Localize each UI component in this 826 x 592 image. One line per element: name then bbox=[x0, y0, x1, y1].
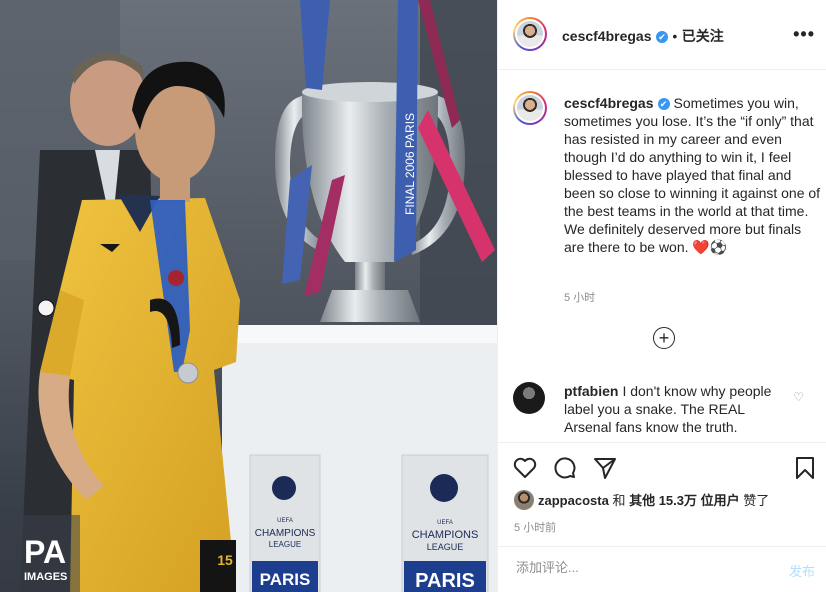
podium-label-right-top: CHAMPIONS bbox=[412, 529, 479, 541]
post-comment-button[interactable]: 发布 bbox=[789, 561, 815, 580]
podium-city-left: PARIS bbox=[260, 570, 311, 589]
caption-text: Sometimes you win, sometimes you lose. I… bbox=[564, 95, 821, 255]
trophy-podium: UEFA CHAMPIONS LEAGUE PARIS UEFA CHAMPIO… bbox=[222, 325, 497, 592]
podium-city-right: PARIS bbox=[415, 570, 475, 592]
caption-verified-icon: ✔ bbox=[657, 98, 670, 110]
post-actions: zappacosta 和 其他 15.3万 位用户 赞了 5 小时前 bbox=[498, 442, 826, 546]
podium-uefa-right: UEFA bbox=[437, 520, 453, 526]
caption-avatar-image bbox=[517, 95, 543, 121]
instagram-post-modal: FINAL 2006 PARIS UEFA CHAMPIONS LEAGUE P… bbox=[0, 0, 826, 592]
liked-by-count[interactable]: 其他 15.3万 位用户 bbox=[629, 493, 740, 508]
post-timestamp[interactable]: 5 小时前 bbox=[514, 519, 556, 535]
commenter-avatar[interactable] bbox=[513, 382, 545, 414]
trophy-ribbon-text: FINAL 2006 PARIS bbox=[403, 113, 417, 215]
watermark-images: IMAGES bbox=[24, 571, 67, 583]
share-icon[interactable] bbox=[592, 455, 618, 481]
author-avatar[interactable] bbox=[513, 17, 547, 51]
liked-by: zappacosta 和 其他 15.3万 位用户 赞了 bbox=[514, 490, 769, 510]
post-photo[interactable]: FINAL 2006 PARIS UEFA CHAMPIONS LEAGUE P… bbox=[0, 0, 497, 592]
verified-badge-icon: ✔ bbox=[655, 31, 668, 43]
header-meta: cescf4bregas ✔ • 已关注 bbox=[562, 26, 724, 46]
photo-illustration: FINAL 2006 PARIS UEFA CHAMPIONS LEAGUE P… bbox=[0, 0, 497, 592]
author-avatar-image bbox=[517, 21, 543, 47]
liker-username[interactable]: zappacosta bbox=[538, 493, 609, 508]
liked-by-suffix: 赞了 bbox=[743, 493, 770, 508]
header-separator: • bbox=[672, 28, 678, 44]
post-header: cescf4bregas ✔ • 已关注 ••• bbox=[498, 0, 826, 70]
comment-like-icon[interactable]: ♡ bbox=[793, 390, 804, 404]
caption-username[interactable]: cescf4bregas bbox=[564, 95, 654, 111]
watermark-pa: PA bbox=[24, 534, 66, 570]
more-options-icon[interactable]: ••• bbox=[793, 24, 815, 45]
add-comment-input[interactable] bbox=[514, 559, 758, 576]
plus-circle-icon[interactable]: + bbox=[653, 327, 675, 349]
heart-icon[interactable] bbox=[512, 455, 538, 481]
comment-username[interactable]: ptfabien bbox=[564, 383, 618, 399]
caption-avatar[interactable] bbox=[513, 91, 547, 125]
podium-uefa-left: UEFA bbox=[277, 518, 293, 524]
following-button[interactable]: 已关注 bbox=[682, 28, 724, 44]
liker-avatar[interactable] bbox=[514, 490, 534, 510]
shirt-number: 15 bbox=[217, 552, 233, 568]
comment-icon[interactable] bbox=[552, 455, 578, 481]
bookmark-icon[interactable] bbox=[792, 455, 818, 481]
liked-by-connector: 和 bbox=[612, 493, 626, 508]
caption-time: 5 小时 bbox=[564, 292, 596, 304]
add-comment-bar: 发布 bbox=[498, 546, 826, 592]
comment: ptfabien I don't know why people label yo… bbox=[564, 382, 790, 436]
author-username[interactable]: cescf4bregas bbox=[562, 28, 652, 44]
post-side-panel: cescf4bregas ✔ • 已关注 ••• cescf4bregas ✔ So… bbox=[497, 0, 826, 592]
podium-label-left-top: CHAMPIONS bbox=[255, 528, 316, 539]
post-caption: cescf4bregas ✔ Sometimes you win, sometime… bbox=[564, 94, 822, 256]
podium-label-right-bottom: LEAGUE bbox=[427, 542, 464, 552]
pa-images-watermark: PA IMAGES bbox=[0, 515, 80, 592]
podium-label-left-bottom: LEAGUE bbox=[269, 540, 301, 549]
